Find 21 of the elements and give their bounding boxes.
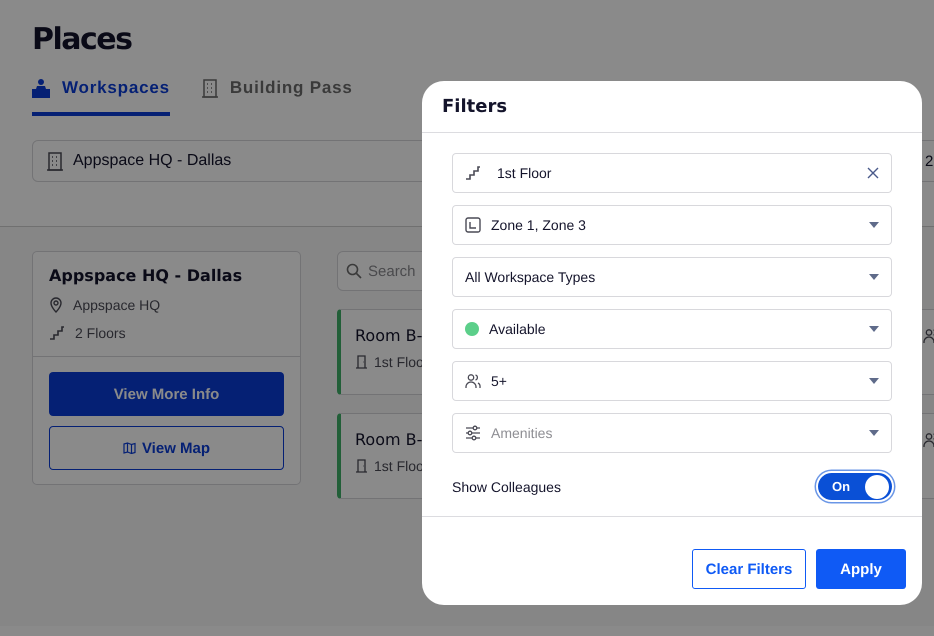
toggle-switch[interactable]: On bbox=[818, 473, 892, 500]
view-info-button[interactable]: View More Info bbox=[49, 372, 284, 416]
toggle-label: Show Colleagues bbox=[452, 478, 561, 494]
apply-button[interactable]: Apply bbox=[816, 549, 906, 589]
page-tab[interactable]: Building Pass bbox=[202, 78, 353, 116]
building-name: Appspace HQ - Dallas bbox=[49, 266, 244, 285]
floor-select[interactable]: 1st Floor bbox=[452, 153, 892, 193]
filter-select[interactable]: Amenities bbox=[452, 413, 892, 453]
clear-filters-button[interactable]: Clear Filters bbox=[692, 549, 806, 589]
room-name: Room B- bbox=[355, 326, 422, 345]
filter-select[interactable]: Zone 1, Zone 3 bbox=[452, 205, 892, 245]
filter-select[interactable]: Available bbox=[452, 309, 892, 349]
room-name: Room B- bbox=[355, 430, 422, 449]
building-detail: 2 Floors bbox=[75, 325, 126, 341]
filter-select[interactable]: 5+ bbox=[452, 361, 892, 401]
page-title: Places bbox=[31, 21, 133, 58]
dialog-title: Filters bbox=[442, 96, 508, 117]
building-detail: Appspace HQ bbox=[73, 297, 160, 313]
filter-select[interactable]: All Workspace Types bbox=[452, 257, 892, 297]
page-tab[interactable]: Workspaces bbox=[32, 78, 170, 116]
view-map-button[interactable]: View Map bbox=[49, 426, 284, 470]
